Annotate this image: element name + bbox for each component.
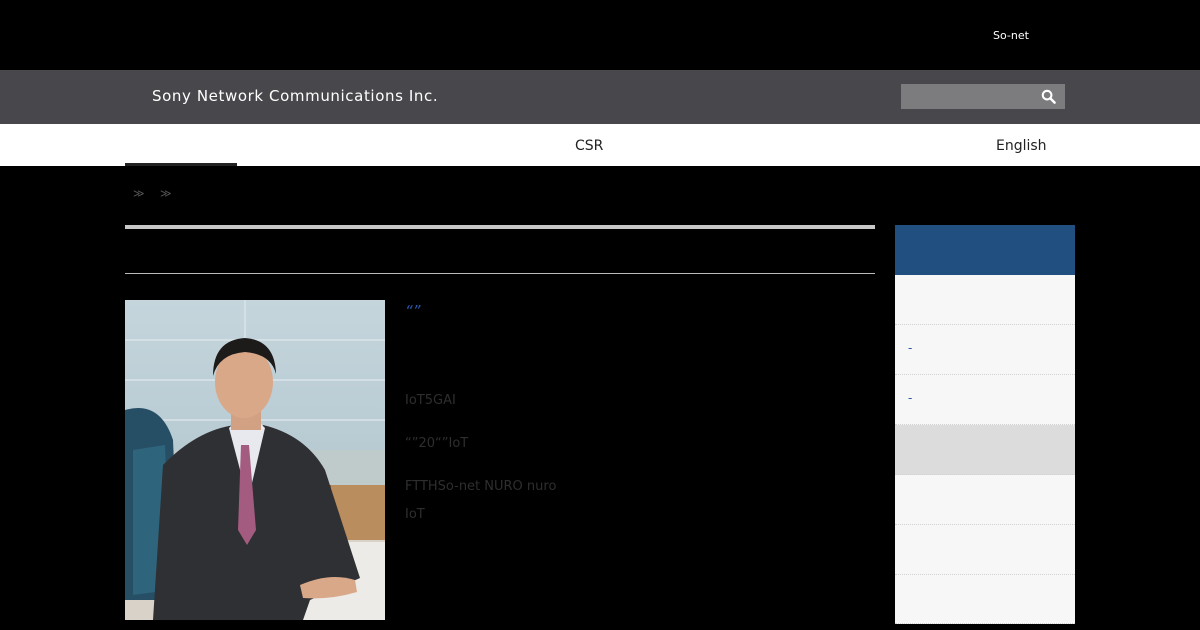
company-logo[interactable]: Sony Network Communications Inc. <box>152 87 438 105</box>
breadcrumb-separator: ≫ <box>133 187 146 200</box>
search-input[interactable] <box>901 84 1031 109</box>
sidebar-item[interactable]: - <box>895 325 1075 375</box>
global-nav: CSR English <box>0 124 1200 166</box>
top-bar: So-net <box>0 0 1200 70</box>
nav-item-csr[interactable]: CSR <box>575 138 603 154</box>
sidebar-menu: - - <box>895 225 1075 624</box>
portrait-illustration <box>125 300 385 620</box>
sidebar-item-selected[interactable] <box>895 425 1075 475</box>
search-icon <box>1041 89 1056 104</box>
sidebar-item[interactable] <box>895 475 1075 525</box>
sidebar-item[interactable]: - <box>895 375 1075 425</box>
sidebar-item[interactable] <box>895 525 1075 575</box>
breadcrumb-separator: ≫ <box>160 187 173 200</box>
nav-item-english[interactable]: English <box>996 138 1047 154</box>
sidebar-item[interactable] <box>895 275 1075 325</box>
article-paragraph: “”20“”IoT <box>405 436 469 451</box>
breadcrumb: ≫ ≫ <box>133 187 183 200</box>
page-title-rule <box>125 225 875 229</box>
executive-portrait <box>125 300 385 620</box>
sidebar-item[interactable] <box>895 575 1075 624</box>
brand-bar: Sony Network Communications Inc. <box>0 70 1200 124</box>
search-box <box>901 84 1065 109</box>
article-paragraph: IoT5GAI <box>405 393 456 408</box>
nav-active-indicator <box>125 163 237 166</box>
sidebar-header[interactable] <box>895 225 1075 275</box>
article-paragraph: FTTHSo-net NURO nuro <box>405 479 557 494</box>
article-quote: “” <box>405 302 421 320</box>
sonet-link[interactable]: So-net <box>993 29 1029 42</box>
section-divider <box>125 273 875 274</box>
article-paragraph: IoT <box>405 507 425 522</box>
search-button[interactable] <box>1031 84 1065 109</box>
